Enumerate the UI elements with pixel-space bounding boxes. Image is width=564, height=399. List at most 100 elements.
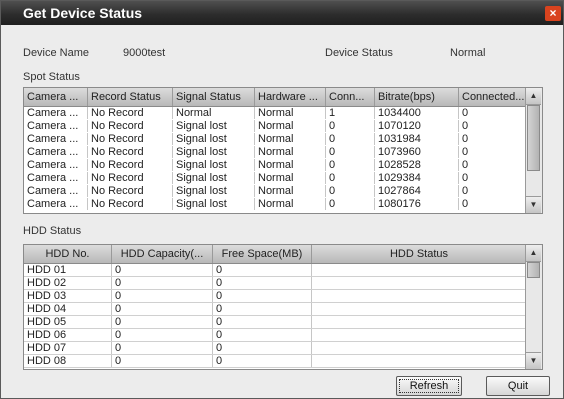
connected-cell: 0 <box>459 146 527 158</box>
signal-status-cell: Signal lost <box>173 198 255 210</box>
hdd-scrollbar[interactable]: ▲ ▼ <box>525 245 542 369</box>
spot-table-header: Camera ... Record Status Signal Status Hard… <box>24 88 527 107</box>
table-row[interactable]: HDD 05 0 0 <box>24 316 527 329</box>
hardware-cell: Normal <box>255 159 326 171</box>
scroll-down-icon[interactable]: ▼ <box>526 196 541 213</box>
table-row[interactable]: Camera ... No Record Signal lost Normal 0 102… <box>24 185 527 197</box>
hdd-no-cell: HDD 05 <box>24 316 112 328</box>
scroll-down-icon[interactable]: ▼ <box>526 352 541 369</box>
camera-column-header[interactable]: Camera ... <box>24 88 88 106</box>
scroll-up-icon[interactable]: ▲ <box>526 245 541 262</box>
connection-cell: 0 <box>326 133 375 145</box>
signal-status-cell: Normal <box>173 107 255 119</box>
bitrate-cell: 1034400 <box>375 107 459 119</box>
table-row[interactable]: Camera ... No Record Signal lost Normal 0 103… <box>24 133 527 145</box>
record-status-cell: No Record <box>88 146 173 158</box>
record-status-cell: No Record <box>88 159 173 171</box>
hdd-capacity-cell: 0 <box>112 264 213 276</box>
table-row[interactable]: Camera ... No Record Signal lost Normal 0 102… <box>24 172 527 184</box>
hdd-status-cell <box>312 264 527 276</box>
get-device-status-dialog: Get Device Status × Device Name 9000test… <box>0 0 564 399</box>
device-name-label: Device Name <box>23 47 90 59</box>
signal-status-cell: Signal lost <box>173 133 255 145</box>
table-row[interactable]: HDD 02 0 0 <box>24 277 527 290</box>
hdd-capacity-cell: 0 <box>112 303 213 315</box>
record-status-cell: No Record <box>88 120 173 132</box>
table-row[interactable]: Camera ... No Record Signal lost Normal 0 107… <box>24 120 527 132</box>
table-row[interactable]: Camera ... No Record Signal lost Normal 0 102… <box>24 159 527 171</box>
bitrate-cell: 1073960 <box>375 146 459 158</box>
hardware-cell: Normal <box>255 107 326 119</box>
record-status-column-header[interactable]: Record Status <box>88 88 173 106</box>
table-row[interactable]: HDD 04 0 0 <box>24 303 527 316</box>
record-status-cell: No Record <box>88 107 173 119</box>
signal-status-cell: Signal lost <box>173 159 255 171</box>
bitrate-cell: 1070120 <box>375 120 459 132</box>
refresh-button[interactable]: Refresh <box>396 376 462 396</box>
scroll-up-icon[interactable]: ▲ <box>526 88 541 105</box>
free-space-cell: 0 <box>213 277 312 289</box>
record-status-cell: No Record <box>88 133 173 145</box>
table-row[interactable]: HDD 06 0 0 <box>24 329 527 342</box>
hdd-status-label: HDD Status <box>23 225 82 237</box>
table-row[interactable]: HDD 01 0 0 <box>24 264 527 277</box>
camera-cell: Camera ... <box>24 146 88 158</box>
table-row[interactable]: Camera ... No Record Normal Normal 1 1034400 0 <box>24 107 527 119</box>
bitrate-cell: 1029384 <box>375 172 459 184</box>
bitrate-column-header[interactable]: Bitrate(bps) <box>375 88 459 106</box>
camera-cell: Camera ... <box>24 120 88 132</box>
hdd-status-column-header[interactable]: HDD Status <box>312 245 527 263</box>
hdd-no-column-header[interactable]: HDD No. <box>24 245 112 263</box>
dialog-title: Get Device Status <box>23 5 143 21</box>
free-space-column-header[interactable]: Free Space(MB) <box>213 245 312 263</box>
scroll-thumb[interactable] <box>527 105 540 171</box>
camera-cell: Camera ... <box>24 172 88 184</box>
hdd-status-table: HDD No. HDD Capacity(... Free Space(MB) HDD… <box>23 244 543 370</box>
spot-scrollbar[interactable]: ▲ ▼ <box>525 88 542 213</box>
hardware-cell: Normal <box>255 198 326 210</box>
table-row[interactable]: HDD 03 0 0 <box>24 290 527 303</box>
hdd-capacity-cell: 0 <box>112 329 213 341</box>
table-row[interactable]: HDD 08 0 0 <box>24 355 527 368</box>
hdd-capacity-cell: 0 <box>112 355 213 367</box>
table-row[interactable]: Camera ... No Record Signal lost Normal 0 107… <box>24 146 527 158</box>
title-bar: Get Device Status × <box>1 1 563 25</box>
hdd-capacity-column-header[interactable]: HDD Capacity(... <box>112 245 213 263</box>
hardware-cell: Normal <box>255 172 326 184</box>
signal-status-cell: Signal lost <box>173 185 255 197</box>
scroll-thumb[interactable] <box>527 262 540 278</box>
hdd-status-cell <box>312 342 527 354</box>
signal-status-column-header[interactable]: Signal Status <box>173 88 255 106</box>
connection-cell: 0 <box>326 185 375 197</box>
table-row[interactable]: HDD 07 0 0 <box>24 342 527 355</box>
connection-column-header[interactable]: Conn... <box>326 88 375 106</box>
connected-cell: 0 <box>459 185 527 197</box>
camera-cell: Camera ... <box>24 133 88 145</box>
hdd-no-cell: HDD 02 <box>24 277 112 289</box>
connected-cell: 0 <box>459 159 527 171</box>
connected-column-header[interactable]: Connected... <box>459 88 527 106</box>
hdd-no-cell: HDD 03 <box>24 290 112 302</box>
free-space-cell: 0 <box>213 316 312 328</box>
hardware-column-header[interactable]: Hardware ... <box>255 88 326 106</box>
signal-status-cell: Signal lost <box>173 120 255 132</box>
hdd-no-cell: HDD 04 <box>24 303 112 315</box>
connected-cell: 0 <box>459 107 527 119</box>
connected-cell: 0 <box>459 120 527 132</box>
connection-cell: 0 <box>326 146 375 158</box>
quit-button[interactable]: Quit <box>486 376 550 396</box>
connection-cell: 1 <box>326 107 375 119</box>
device-status-value: Normal <box>450 47 486 59</box>
hdd-no-cell: HDD 01 <box>24 264 112 276</box>
free-space-cell: 0 <box>213 342 312 354</box>
free-space-cell: 0 <box>213 303 312 315</box>
close-icon[interactable]: × <box>545 6 561 21</box>
hardware-cell: Normal <box>255 146 326 158</box>
hdd-no-cell: HDD 07 <box>24 342 112 354</box>
hdd-status-cell <box>312 303 527 315</box>
hardware-cell: Normal <box>255 120 326 132</box>
free-space-cell: 0 <box>213 329 312 341</box>
hardware-cell: Normal <box>255 133 326 145</box>
table-row[interactable]: Camera ... No Record Signal lost Normal 0 108… <box>24 198 527 210</box>
hdd-status-cell <box>312 355 527 367</box>
